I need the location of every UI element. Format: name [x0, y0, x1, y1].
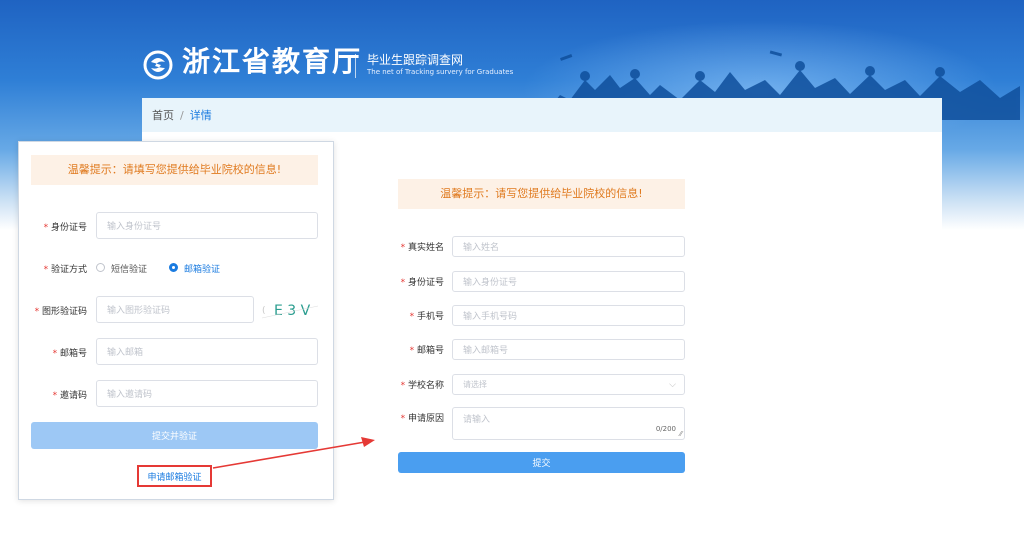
school-select[interactable]: 请选择 ⌵ — [452, 374, 685, 395]
captcha-input[interactable]: 输入图形验证码 — [96, 296, 254, 323]
name-input[interactable]: 输入姓名 — [452, 236, 685, 257]
right-form-tip: 温馨提示：请写您提供给毕业院校的信息! — [398, 179, 685, 209]
site-subtitle: 毕业生跟踪调查网 — [367, 53, 464, 67]
reason-textarea[interactable]: 请输入 0/200 ⁄⁄ — [452, 407, 685, 440]
sms-radio-label[interactable]: 短信验证 — [111, 262, 147, 275]
captcha-image[interactable]: ( E 3 V — [260, 298, 322, 322]
sms-radio[interactable] — [96, 263, 105, 272]
annotation-arrow-icon — [212, 437, 375, 469]
chevron-down-icon: ⌵ — [669, 379, 676, 390]
captcha-text: E 3 V — [274, 303, 311, 319]
breadcrumb-separator: / — [180, 108, 184, 122]
right-id-input[interactable]: 输入身份证号 — [452, 271, 685, 292]
education-logo-icon — [143, 50, 173, 80]
site-title: 浙江省教育厅 — [182, 45, 363, 78]
breadcrumb-home[interactable]: 首页 — [152, 107, 174, 123]
reason-counter: 0/200 — [655, 425, 676, 433]
invite-label: * 邀请码 — [52, 391, 87, 401]
phone-label: * 手机号 — [409, 312, 444, 322]
phone-input[interactable]: 输入手机号码 — [452, 305, 685, 326]
school-label: * 学校名称 — [400, 381, 444, 391]
right-email-input[interactable]: 输入邮箱号 — [452, 339, 685, 360]
school-select-value: 请选择 — [463, 380, 487, 389]
email-radio-label[interactable]: 邮箱验证 — [184, 262, 220, 275]
left-form-tip: 温馨提示：请填写您提供给毕业院校的信息! — [31, 155, 318, 185]
left-id-input[interactable]: 输入身份证号 — [96, 212, 318, 239]
left-email-input[interactable]: 输入邮箱 — [96, 338, 318, 365]
reason-placeholder: 请输入 — [463, 415, 491, 425]
left-id-label: * 身份证号 — [43, 223, 87, 233]
site-subtitle-en: The net of Tracking survery for Graduate… — [367, 68, 514, 76]
verify-method-label: * 验证方式 — [43, 265, 87, 275]
email-label: * 邮箱号 — [52, 349, 87, 359]
name-label: * 真实姓名 — [400, 243, 444, 253]
right-submit-button[interactable]: 提交 — [398, 452, 685, 473]
annotation-highlight-box — [137, 465, 212, 487]
email-radio[interactable] — [169, 263, 178, 272]
right-id-label: * 身份证号 — [400, 278, 444, 288]
breadcrumb: 首页 / 详情 — [142, 98, 942, 132]
captcha-label: * 图形验证码 — [34, 307, 87, 317]
breadcrumb-current: 详情 — [189, 109, 212, 122]
reason-label: * 申请原因 — [400, 414, 444, 424]
right-email-label: * 邮箱号 — [409, 346, 444, 356]
title-divider — [355, 54, 356, 78]
svg-text:(: ( — [262, 306, 266, 316]
invite-input[interactable]: 输入邀请码 — [96, 380, 318, 407]
resize-handle-icon[interactable]: ⁄⁄ — [680, 430, 682, 438]
